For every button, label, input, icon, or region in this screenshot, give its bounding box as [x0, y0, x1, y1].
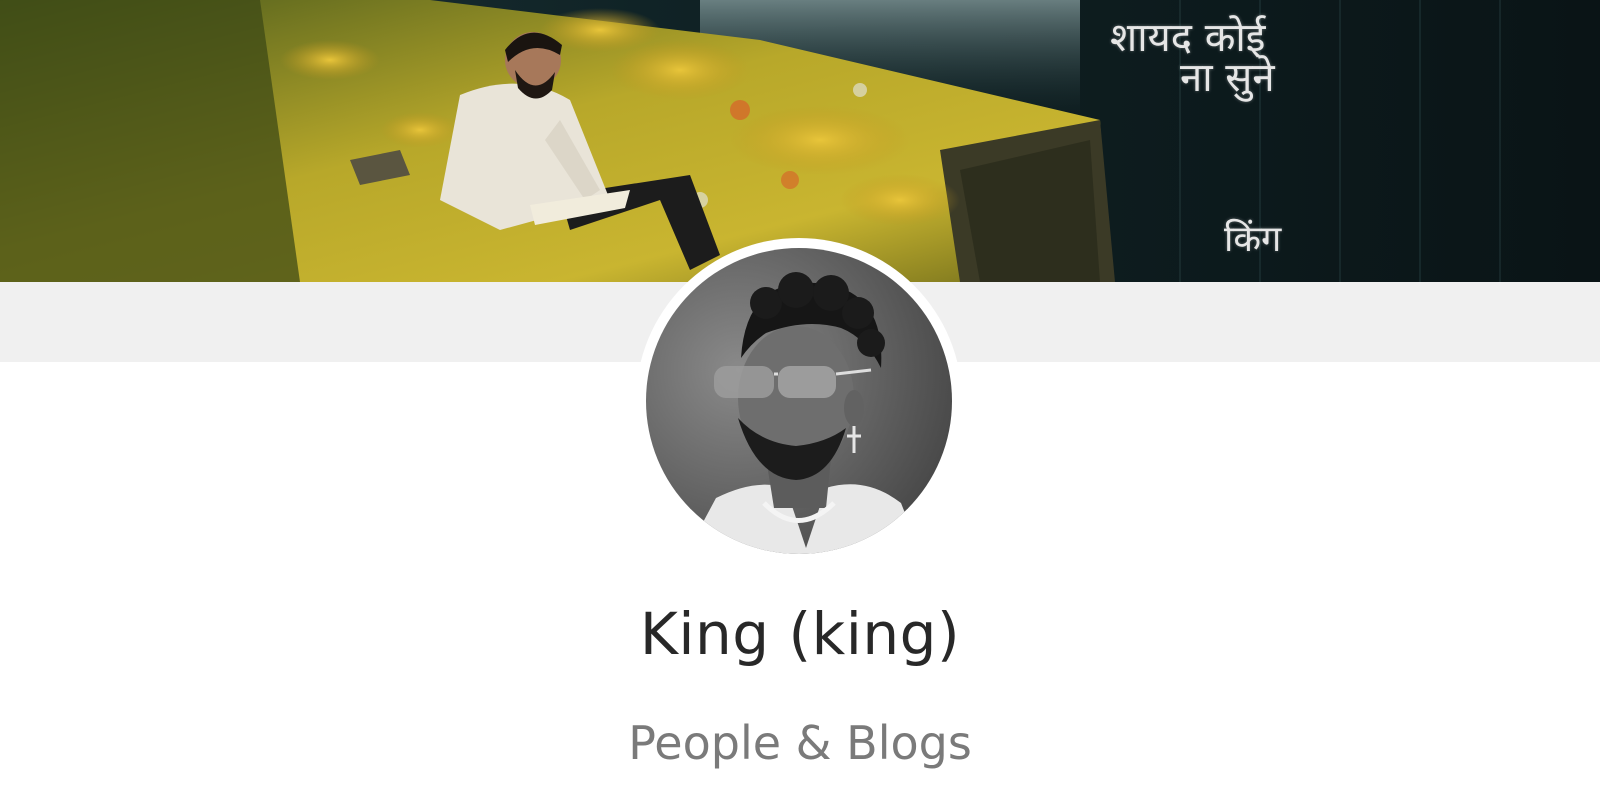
- avatar-photo: [646, 248, 952, 554]
- channel-category: People & Blogs: [628, 716, 972, 770]
- banner-title-line-1: शायद कोई: [1110, 15, 1266, 61]
- channel-name: King (king): [639, 600, 961, 668]
- banner-artist-name: किंग: [1224, 219, 1282, 260]
- channel-avatar[interactable]: [636, 238, 962, 564]
- banner-title-line-2: ना सुने: [1180, 55, 1275, 101]
